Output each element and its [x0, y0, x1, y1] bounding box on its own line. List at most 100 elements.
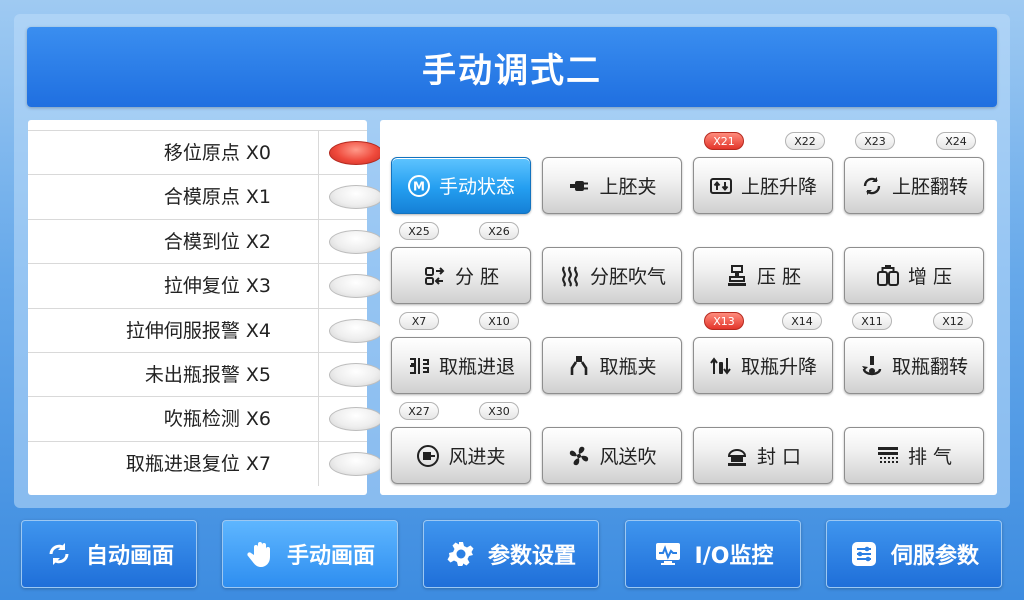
- input-status-panel: 移位原点 X0 合模原点 X1 合模到位 X2 拉伸复位 X3 拉伸伺服报警 X…: [28, 120, 383, 495]
- input-label: 合模到位 X2: [163, 231, 271, 253]
- preform-flip-button[interactable]: 上胚翻转: [844, 157, 984, 214]
- button-label: 风送吹: [599, 446, 657, 468]
- svg-text:M: M: [413, 179, 425, 193]
- hand-icon: [245, 539, 275, 569]
- button-label: 取瓶翻转: [891, 356, 968, 378]
- manual-state-button[interactable]: M 手动状态: [391, 157, 531, 214]
- button-label: 分 胚: [454, 266, 500, 288]
- button-label: 封 口: [756, 446, 802, 468]
- status-led: [329, 274, 383, 298]
- status-led: [329, 185, 383, 209]
- seal-button[interactable]: 封 口: [693, 427, 833, 484]
- input-row: 取瓶进退复位 X7: [28, 441, 383, 486]
- button-label: 上胚翻转: [891, 176, 968, 198]
- button-label: 取瓶进退: [438, 356, 515, 378]
- button-label: 压 胚: [756, 266, 802, 288]
- input-row: 未出瓶报警 X5: [28, 352, 383, 397]
- indicator-x13: X13: [704, 312, 744, 330]
- indicator-x24: X24: [936, 132, 976, 150]
- button-label: 分胚吹气: [589, 266, 666, 288]
- plug-clamp-icon: [567, 174, 591, 198]
- preform-lift-button[interactable]: 上胚升降: [693, 157, 833, 214]
- bottle-flip-button[interactable]: 取瓶翻转: [844, 337, 984, 394]
- bottle-forward-back-button[interactable]: 取瓶进退: [391, 337, 531, 394]
- forward-back-icon: [407, 354, 431, 378]
- indicator-x12: X12: [933, 312, 973, 330]
- press-icon: [725, 264, 749, 288]
- status-led: [329, 230, 383, 254]
- press-preform-button[interactable]: 压 胚: [693, 247, 833, 304]
- button-label: 取瓶夹: [599, 356, 657, 378]
- exhaust-button[interactable]: 排 气: [844, 427, 984, 484]
- page-title: 手动调式二: [422, 50, 602, 91]
- input-label: 未出瓶报警 X5: [144, 364, 271, 386]
- nav-label: 伺服参数: [890, 544, 979, 569]
- indicator-x22: X22: [785, 132, 825, 150]
- air-in-icon: [416, 444, 440, 468]
- manual-operation-panel: X21 X22 X23 X24 X25 X26 X7 X10 X13 X14 X…: [380, 120, 997, 495]
- gear-icon: [446, 539, 476, 569]
- bottle-lift-icon: [709, 354, 733, 378]
- indicator-x14: X14: [782, 312, 822, 330]
- air-in-clamp-button[interactable]: 风进夹: [391, 427, 531, 484]
- input-row: 合模原点 X1: [28, 174, 383, 219]
- cycle-icon: [44, 539, 74, 569]
- monitor-icon: [653, 539, 683, 569]
- nav-label: 参数设置: [487, 544, 576, 569]
- input-label: 合模原点 X1: [163, 186, 271, 208]
- status-led: [329, 319, 383, 343]
- air-blow-button[interactable]: 风送吹: [542, 427, 682, 484]
- indicator-x26: X26: [479, 222, 519, 240]
- input-label: 取瓶进退复位 X7: [125, 453, 271, 475]
- indicator-x30: X30: [479, 402, 519, 420]
- row-divider: [318, 175, 319, 219]
- row-divider: [318, 131, 319, 175]
- indicator-x25: X25: [399, 222, 439, 240]
- indicator-x21: X21: [704, 132, 744, 150]
- nav-io-monitor-button[interactable]: I/O监控: [625, 520, 801, 588]
- heat-waves-icon: [558, 264, 582, 288]
- row-divider: [318, 309, 319, 353]
- button-label: 增 压: [907, 266, 953, 288]
- status-led: [329, 363, 383, 387]
- input-row: 合模到位 X2: [28, 219, 383, 264]
- split-icon: [423, 264, 447, 288]
- button-label: 上胚升降: [740, 176, 817, 198]
- seal-icon: [725, 444, 749, 468]
- gripper-icon: [567, 354, 591, 378]
- bottle-lift-button[interactable]: 取瓶升降: [693, 337, 833, 394]
- nav-manual-screen-button[interactable]: 手动画面: [222, 520, 398, 588]
- input-label: 移位原点 X0: [163, 142, 271, 164]
- nav-auto-screen-button[interactable]: 自动画面: [21, 520, 197, 588]
- row-divider: [318, 397, 319, 441]
- button-label: 风进夹: [448, 446, 506, 468]
- input-label: 拉伸复位 X3: [163, 275, 271, 297]
- input-row: 移位原点 X0: [28, 130, 383, 175]
- split-preform-blow-button[interactable]: 分胚吹气: [542, 247, 682, 304]
- row-divider: [318, 353, 319, 397]
- button-label: 取瓶升降: [740, 356, 817, 378]
- indicator-x10: X10: [479, 312, 519, 330]
- status-led: [329, 452, 383, 476]
- status-led: [329, 141, 383, 165]
- indicator-x23: X23: [855, 132, 895, 150]
- nav-label: 手动画面: [286, 544, 375, 569]
- input-label: 拉伸伺服报警 X4: [125, 320, 271, 342]
- button-label: 上胚夹: [599, 176, 657, 198]
- input-row: 吹瓶检测 X6: [28, 396, 383, 441]
- indicator-x7: X7: [399, 312, 439, 330]
- row-divider: [318, 220, 319, 264]
- nav-parameter-settings-button[interactable]: 参数设置: [423, 520, 599, 588]
- boost-pressure-button[interactable]: 增 压: [844, 247, 984, 304]
- fan-icon: [567, 444, 591, 468]
- input-row: 拉伸复位 X3: [28, 263, 383, 308]
- lift-up-down-icon: [709, 174, 733, 198]
- bottle-clamp-button[interactable]: 取瓶夹: [542, 337, 682, 394]
- split-preform-button[interactable]: 分 胚: [391, 247, 531, 304]
- title-bar: 手动调式二: [27, 27, 997, 107]
- preform-clamp-button[interactable]: 上胚夹: [542, 157, 682, 214]
- nav-servo-parameters-button[interactable]: 伺服参数: [826, 520, 1002, 588]
- input-label: 吹瓶检测 X6: [163, 408, 271, 430]
- boost-icon: [876, 264, 900, 288]
- row-divider: [318, 442, 319, 486]
